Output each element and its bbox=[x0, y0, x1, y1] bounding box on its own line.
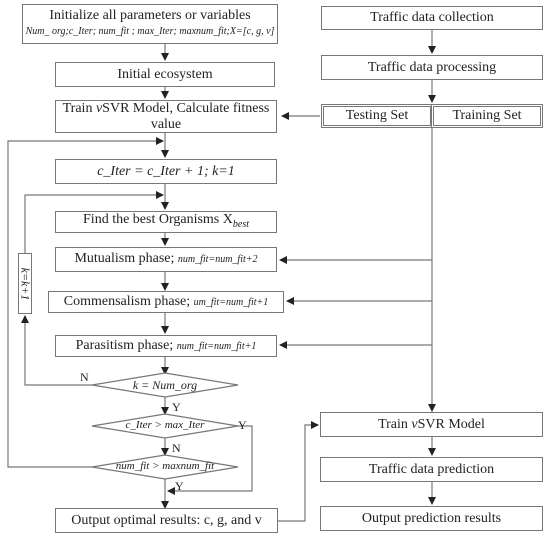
k-increment-label: k=k+1 bbox=[18, 267, 33, 300]
initialize-title: Initialize all parameters or variables bbox=[49, 8, 251, 23]
training-set-box: Training Set bbox=[431, 104, 543, 128]
traffic-prediction-label: Traffic data prediction bbox=[368, 461, 495, 477]
mutualism-box: Mutualism phase; num_fit=num_fit+2 bbox=[55, 247, 277, 272]
traffic-prediction-box: Traffic data prediction bbox=[320, 457, 543, 482]
find-best-label: Find the best Organisms Xbest bbox=[83, 211, 249, 230]
output-optimal-box: Output optimal results: c, g, and v bbox=[55, 508, 278, 533]
parasitism-box: Parasitism phase; num_fit=num_fit+1 bbox=[55, 335, 277, 357]
traffic-processing-box: Traffic data processing bbox=[321, 55, 543, 80]
testing-set-box: Testing Set bbox=[321, 104, 433, 128]
testing-set-label: Testing Set bbox=[345, 108, 409, 123]
k-increment-box: k=k+1 bbox=[18, 253, 33, 314]
mutualism-label: Mutualism phase; num_fit=num_fit+2 bbox=[74, 251, 258, 266]
output-prediction-label: Output prediction results bbox=[361, 510, 502, 526]
commensalism-box: Commensalism phase; um_fit=num_fit+1 bbox=[48, 291, 284, 313]
find-best-box: Find the best Organisms Xbest bbox=[55, 211, 277, 233]
train-fitness-label: Train vSVR Model, Calculate fitness valu… bbox=[62, 100, 270, 132]
condition-fitness: num_fit > maxnum_fit bbox=[115, 460, 215, 472]
label-y-iter: Y bbox=[238, 418, 247, 432]
output-prediction-box: Output prediction results bbox=[320, 506, 543, 531]
training-set-label: Training Set bbox=[452, 108, 522, 123]
initial-ecosystem-box: Initial ecosystem bbox=[55, 62, 275, 87]
traffic-processing-label: Traffic data processing bbox=[367, 59, 497, 75]
train-fitness-box: Train vSVR Model, Calculate fitness valu… bbox=[55, 100, 277, 133]
initial-ecosystem-label: Initial ecosystem bbox=[117, 66, 213, 82]
traffic-collection-box: Traffic data collection bbox=[321, 6, 543, 30]
label-n-k: N bbox=[80, 370, 89, 384]
condition-iteration: c_Iter > max_Iter bbox=[125, 419, 205, 431]
initialize-box: Initialize all parameters or variables N… bbox=[22, 4, 278, 44]
label-n-iter: N bbox=[172, 441, 181, 455]
iteration-update-label: c_Iter = c_Iter + 1; k=1 bbox=[97, 163, 235, 179]
traffic-collection-label: Traffic data collection bbox=[370, 10, 494, 25]
label-y-k: Y bbox=[172, 400, 181, 414]
initialize-variables: Num_ org;c_Iter; num_fit ; max_Iter; max… bbox=[25, 26, 275, 37]
train-model-label: Train vSVR Model bbox=[378, 416, 485, 432]
train-model-box: Train vSVR Model bbox=[320, 412, 543, 437]
output-optimal-label: Output optimal results: c, g, and v bbox=[71, 512, 262, 528]
iteration-update-box: c_Iter = c_Iter + 1; k=1 bbox=[55, 159, 277, 184]
condition-k: k = Num_org bbox=[132, 378, 198, 392]
commensalism-label: Commensalism phase; um_fit=num_fit+1 bbox=[63, 293, 269, 309]
parasitism-label: Parasitism phase; num_fit=num_fit+1 bbox=[75, 337, 257, 353]
label-y-fit: Y bbox=[175, 479, 184, 493]
